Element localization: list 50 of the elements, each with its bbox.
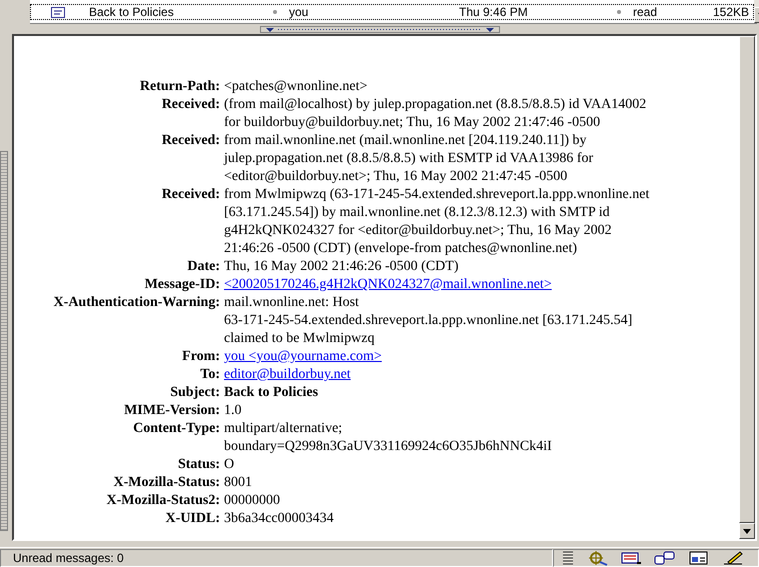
splitter-grip-icon[interactable] [260, 26, 500, 32]
status-text: Unread messages: 0 [0, 548, 553, 566]
header-value: mail.wnonline.net: Host 63-171-245-54.extended.shreveport.la.ppp.wnonline.net [63.171.245.54] claimed to be Mwlmipwzq [224, 294, 632, 348]
message-subject: Back to Policies [89, 4, 175, 21]
header-name: To: [199, 366, 221, 384]
header-name: Return-Path: [138, 78, 221, 96]
header-value: 3b6a34cc00003434 [224, 510, 334, 528]
header-name: From: [181, 348, 221, 366]
header-name: X-Mozilla-Status: [112, 474, 221, 492]
header-link[interactable]: you <you@yourname.com> [224, 349, 382, 364]
header-value: <patches@wnonline.net> [224, 78, 368, 96]
pen-icon[interactable] [722, 550, 744, 566]
chat-bubbles-icon[interactable] [654, 550, 676, 566]
message-size: 152KB [712, 4, 750, 21]
header-value: from Mwlmipwzq (63-171-245-54.extended.shreveport.la.ppp.wnonline.net [63.171.245.54]) by mail.wnonline.net (8.12.3/8.12.3) with SMTP id g4H2kQNK024327 for <editor@buildorbuy.net>; Thu, 16 May 2002 21:46:26 -0500 (CDT) (envelope-from patches@wnonline.net) [224, 186, 650, 258]
header-name: Content-Type: [132, 420, 221, 438]
envelope-icon [51, 6, 65, 18]
header-name: Message-ID: [144, 276, 221, 294]
header-name: Status: [176, 456, 221, 474]
header-value: O [224, 456, 234, 474]
message-sender: you [289, 4, 310, 21]
message-date: Thu 9:46 PM [459, 4, 529, 21]
newspaper-icon[interactable] [620, 550, 642, 566]
header-name: X-Authentication-Warning: [52, 294, 221, 312]
dot-icon [273, 10, 277, 14]
dot-icon [617, 10, 621, 14]
sidebar-collapse-grip[interactable] [0, 150, 8, 530]
compass-icon[interactable] [586, 550, 608, 566]
address-card-icon[interactable] [688, 550, 710, 566]
header-name: X-Mozilla-Status2: [105, 492, 221, 510]
header-name: Subject: [169, 384, 221, 402]
header-name: MIME-Version: [123, 402, 221, 420]
message-row[interactable]: Back to Policies you Thu 9:46 PM read 152KB [30, 4, 754, 20]
message-status: read [633, 4, 658, 21]
header-name: Received: [160, 96, 221, 114]
list-icon [562, 550, 574, 566]
header-value: 00000000 [224, 492, 280, 510]
header-name: Received: [160, 186, 221, 204]
header-link[interactable]: editor@buildorbuy.net [224, 367, 351, 382]
header-value: 1.0 [224, 402, 242, 420]
header-value: Thu, 16 May 2002 21:46:26 -0500 (CDT) [224, 258, 458, 276]
header-name: X-UIDL: [164, 510, 221, 528]
caret-icon [743, 528, 751, 534]
header-name: Received: [160, 132, 221, 150]
header-value: multipart/alternative; boundary=Q2998n3GaUV331169924c6O35Jb6hNNCk4iI [224, 420, 552, 456]
scroll-down-button[interactable] [739, 523, 755, 539]
header-value: 8001 [224, 474, 252, 492]
header-name: Date: [186, 258, 221, 276]
header-link[interactable]: <200205170246.g4H2kQNK024327@mail.wnonline.net> [224, 277, 552, 292]
header-value: Back to Policies [224, 384, 318, 402]
